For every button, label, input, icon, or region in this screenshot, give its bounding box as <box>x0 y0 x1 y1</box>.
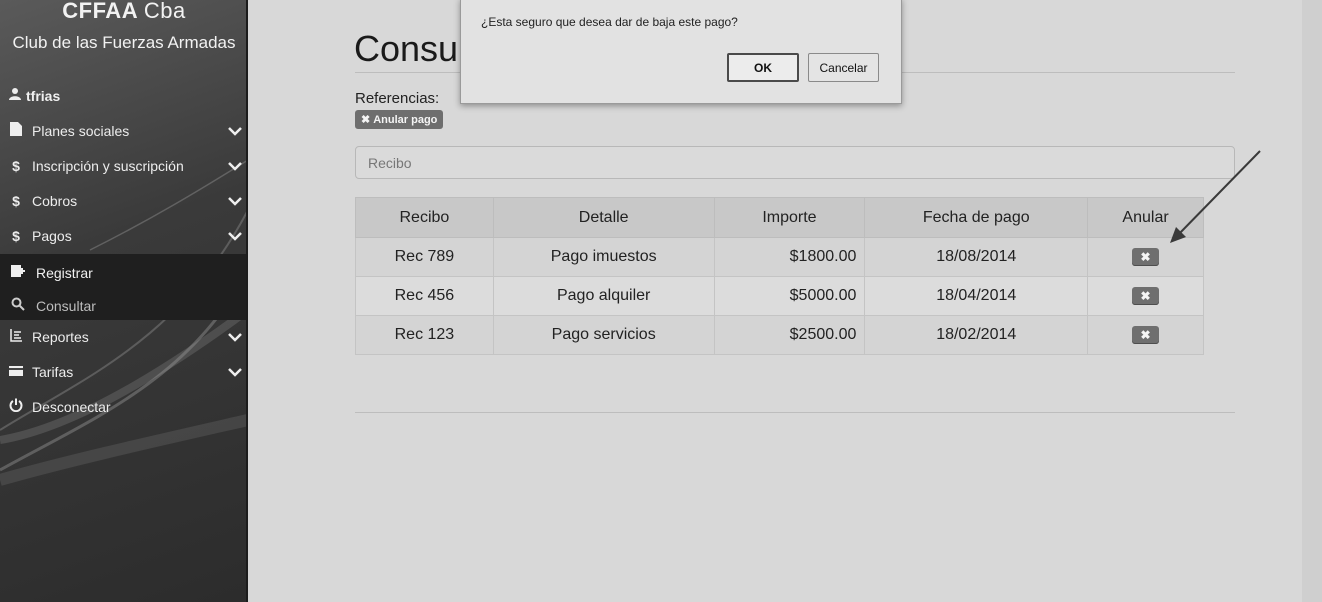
brand-bold: CFFAA <box>62 0 138 23</box>
pagos-submenu: Registrar Consultar <box>0 254 246 322</box>
cell-detalle: Pago imuestos <box>492 237 715 277</box>
nav-tarifas[interactable]: Tarifas <box>0 354 246 389</box>
submenu-consultar[interactable]: Consultar <box>0 289 246 322</box>
column-header: Fecha de pago <box>864 197 1089 238</box>
cell-importe: $5000.00 <box>713 276 866 316</box>
brand-subtitle: Club de las Fuerzas Armadas <box>12 33 236 52</box>
anular-pago-badge: ✖ Anular pago <box>355 110 444 129</box>
submenu-registrar[interactable]: Registrar <box>0 256 246 289</box>
cell-importe: $1800.00 <box>713 237 866 277</box>
chevron-down-icon <box>222 329 246 345</box>
nav-label: Desconectar <box>32 398 111 415</box>
cell-fecha: 18/02/2014 <box>864 315 1089 355</box>
table-header-row: Recibo Detalle Importe Fecha de pago Anu… <box>355 197 1204 238</box>
table-row: Rec 789 Pago imuestos $1800.00 18/08/201… <box>355 237 1204 277</box>
column-header: Recibo <box>355 197 494 238</box>
user-name: tfrias <box>26 87 61 104</box>
cell-anular: ✖ <box>1087 276 1204 316</box>
cancel-button[interactable]: Cancelar <box>808 53 879 82</box>
page-scroll-edge <box>1302 0 1322 602</box>
chevron-down-icon <box>222 193 246 209</box>
dialog-message: ¿Esta seguro que desea dar de baja este … <box>481 15 738 29</box>
nav-pagos[interactable]: $ Pagos <box>0 218 246 253</box>
document-icon <box>0 122 32 139</box>
ok-button[interactable]: OK <box>727 53 799 82</box>
chevron-down-icon <box>222 228 246 244</box>
chevron-down-icon <box>222 364 246 380</box>
cell-detalle: Pago servicios <box>492 315 715 355</box>
reports-icon <box>0 328 32 345</box>
cell-recibo: Rec 123 <box>355 315 494 355</box>
references-label: Referencias: <box>355 90 440 107</box>
confirm-dialog: ¿Esta seguro que desea dar de baja este … <box>460 0 902 104</box>
dollar-icon: $ <box>12 227 20 244</box>
nav-label: Pagos <box>32 227 72 244</box>
brand-light: Cba <box>143 0 186 23</box>
delete-payment-button[interactable]: ✖ <box>1132 326 1160 344</box>
nav-label: Tarifas <box>32 363 74 380</box>
power-icon <box>0 398 32 415</box>
chevron-down-icon <box>222 123 246 139</box>
cell-recibo: Rec 456 <box>355 276 494 316</box>
nav-label: Planes sociales <box>32 122 130 139</box>
brand-title: CFFAA Cba <box>0 0 246 24</box>
payments-table: Recibo Detalle Importe Fecha de pago Anu… <box>355 197 1204 355</box>
column-header: Detalle <box>492 197 715 238</box>
nav-desconectar[interactable]: Desconectar <box>0 389 246 424</box>
cell-fecha: 18/08/2014 <box>864 237 1089 277</box>
register-icon <box>0 264 36 281</box>
cell-anular: ✖ <box>1087 315 1204 355</box>
nav-label: Inscripción y suscripción <box>32 157 184 174</box>
recibo-search-input[interactable] <box>355 146 1235 179</box>
delete-payment-button[interactable]: ✖ <box>1132 287 1160 305</box>
submenu-label: Consultar <box>36 297 96 314</box>
user-icon <box>8 87 22 104</box>
page-title: Consu <box>354 28 459 69</box>
nav-label: Reportes <box>32 328 89 345</box>
nav-inscripcion[interactable]: $ Inscripción y suscripción <box>0 148 246 183</box>
nav-cobros[interactable]: $ Cobros <box>0 183 246 218</box>
user-menu[interactable]: tfrias <box>8 87 60 104</box>
badge-label: Anular pago <box>373 113 438 126</box>
nav-reportes[interactable]: Reportes <box>0 319 246 354</box>
table-row: Rec 456 Pago alquiler $5000.00 18/04/201… <box>355 276 1204 316</box>
content-divider <box>355 412 1235 413</box>
submenu-label: Registrar <box>36 264 93 281</box>
dollar-icon: $ <box>12 192 20 209</box>
nav-planes-sociales[interactable]: Planes sociales <box>0 113 246 148</box>
column-header: Importe <box>713 197 866 238</box>
chevron-down-icon <box>222 158 246 174</box>
cell-importe: $2500.00 <box>713 315 866 355</box>
dollar-icon: $ <box>12 157 20 174</box>
search-icon <box>0 297 36 314</box>
cell-fecha: 18/04/2014 <box>864 276 1089 316</box>
close-icon: ✖ <box>361 114 371 126</box>
card-icon <box>0 364 32 380</box>
delete-payment-button[interactable]: ✖ <box>1132 248 1160 266</box>
nav-label: Cobros <box>32 192 78 209</box>
table-row: Rec 123 Pago servicios $2500.00 18/02/20… <box>355 315 1204 355</box>
sidebar: CFFAA Cba Club de las Fuerzas Armadas tf… <box>0 0 248 602</box>
annotation-arrow <box>1170 150 1261 243</box>
cell-recibo: Rec 789 <box>355 237 494 277</box>
cell-detalle: Pago alquiler <box>492 276 715 316</box>
